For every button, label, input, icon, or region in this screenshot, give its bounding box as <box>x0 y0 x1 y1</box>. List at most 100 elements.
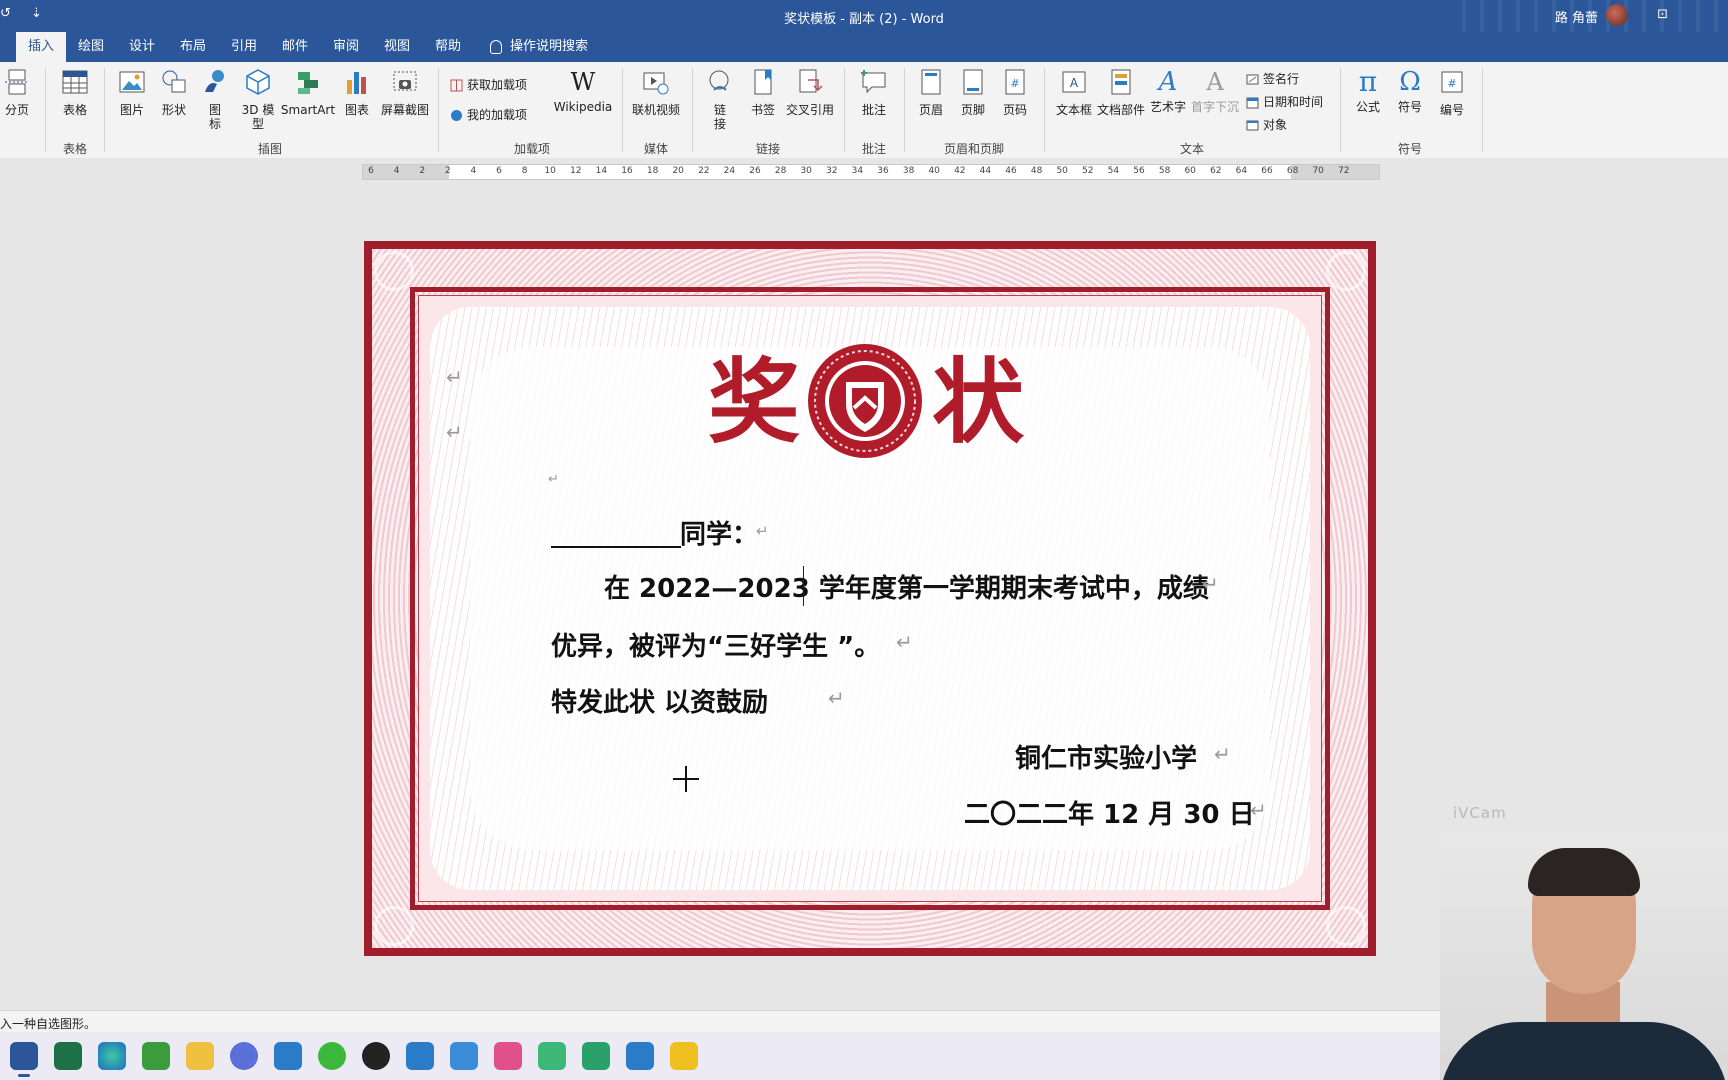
paragraph-mark: ↵ <box>446 365 463 389</box>
school-emblem-icon <box>808 344 922 458</box>
footer-button[interactable]: 页脚 <box>956 68 990 117</box>
tab-references[interactable]: 引用 <box>219 32 269 62</box>
table-button[interactable]: 表格 <box>56 68 94 117</box>
page-number-icon: # <box>1005 69 1025 95</box>
tell-me-search[interactable]: 操作说明搜索 <box>478 32 600 62</box>
tab-design[interactable]: 设计 <box>117 32 167 62</box>
table-label: 表格 <box>62 103 87 117</box>
my-addins-button[interactable]: 我的加载项 <box>450 106 527 123</box>
tab-review[interactable]: 审阅 <box>321 32 371 62</box>
headline-right-char: 状 <box>932 348 1025 456</box>
dropcap-label: 首字下沉 <box>1190 100 1239 114</box>
group-label-illustrations: 插图 <box>257 142 282 156</box>
cross-reference-icon <box>799 69 823 93</box>
picture-button[interactable]: 图片 <box>114 68 150 117</box>
comment-button[interactable]: 批注 <box>856 68 892 117</box>
symbol-label: 符号 <box>1397 100 1422 114</box>
tab-view[interactable]: 视图 <box>372 32 422 62</box>
date-time-button[interactable]: 日期和时间 <box>1246 93 1323 110</box>
equation-button[interactable]: π 公式 <box>1350 68 1386 115</box>
tab-help[interactable]: 帮助 <box>423 32 473 62</box>
link-button[interactable]: 链 接 <box>702 68 738 131</box>
photos-icon[interactable] <box>626 1042 654 1070</box>
webcam-overlay <box>1440 832 1728 1080</box>
3d-models-button[interactable]: 3D 模 型 <box>240 68 276 131</box>
symbol-button[interactable]: Ω 符号 <box>1392 68 1428 114</box>
quick-parts-button[interactable]: 文档部件 <box>1096 68 1146 117</box>
wordart-button[interactable]: A 艺术字 <box>1148 68 1188 114</box>
horizontal-ruler[interactable]: 6 4 2 2 4 6 8 10 12 14 16 18 20 22 24 26 28 30 32 34 36 38 40 4… <box>362 164 1380 180</box>
object-button[interactable]: 对象 <box>1246 116 1287 133</box>
get-addins-button[interactable]: 获取加载项 <box>450 76 527 93</box>
icons-button[interactable]: 图 标 <box>200 68 230 131</box>
user-name[interactable]: 路 角蕾 <box>1555 7 1598 26</box>
en-icon[interactable] <box>538 1042 566 1070</box>
cross-reference-label: 交叉引用 <box>785 103 834 117</box>
cross-reference-button[interactable]: 交叉引用 <box>784 68 836 117</box>
my-addins-label: 我的加载项 <box>467 108 528 122</box>
page-break-label: 分页 <box>4 103 29 117</box>
ruler-tick-label: 60 <box>1184 166 1196 176</box>
wechat-icon[interactable] <box>318 1042 346 1070</box>
wikipedia-button[interactable]: W Wikipedia <box>552 68 614 114</box>
ribbon-display-options-icon[interactable]: ⊡ <box>1657 7 1668 22</box>
edge-icon[interactable] <box>98 1042 126 1070</box>
group-separator <box>1482 68 1483 152</box>
word-icon[interactable] <box>10 1042 38 1077</box>
signature-line-button[interactable]: 签名行 <box>1246 70 1299 87</box>
slack-icon[interactable] <box>494 1042 522 1070</box>
ruler-tick-label: 18 <box>646 166 659 176</box>
online-video-button[interactable]: 联机视频 <box>630 68 682 117</box>
online-video-icon <box>643 72 669 95</box>
sticky-notes-icon[interactable] <box>670 1042 698 1070</box>
textbox-icon: A <box>1062 71 1086 93</box>
chart-button[interactable]: 图表 <box>340 68 374 117</box>
ruler-tick-label: 44 <box>979 166 992 176</box>
recipient-name-blank[interactable] <box>551 546 681 548</box>
quick-parts-label: 文档部件 <box>1096 103 1145 117</box>
bookmark-button[interactable]: 书签 <box>746 68 780 117</box>
paragraph-mark: ↵ <box>896 630 913 654</box>
qq-icon[interactable] <box>362 1042 390 1070</box>
text-cursor <box>803 566 804 606</box>
wikipedia-label: Wikipedia <box>553 100 613 114</box>
ruler-tick-label: 46 <box>1005 166 1017 176</box>
page-number-button[interactable]: # 页码 <box>998 68 1032 117</box>
shapes-icon <box>162 70 186 93</box>
tab-layout[interactable]: 布局 <box>168 32 218 62</box>
group-separator <box>622 68 623 152</box>
header-button[interactable]: 页眉 <box>914 68 948 117</box>
camtasia-icon[interactable] <box>142 1042 170 1070</box>
browser-icon[interactable] <box>230 1042 258 1070</box>
textbox-button[interactable]: A 文本框 <box>1054 68 1094 117</box>
app-z-icon[interactable] <box>582 1042 610 1070</box>
avatar[interactable] <box>1606 4 1628 26</box>
ruler-tick-label: 22 <box>698 166 710 176</box>
shapes-button[interactable]: 形状 <box>156 68 192 117</box>
smartart-button[interactable]: SmartArt <box>280 68 336 117</box>
app-arrow-icon[interactable] <box>274 1042 302 1070</box>
ruler-tick-label: 16 <box>621 166 633 176</box>
svg-text:#: # <box>1010 77 1019 90</box>
icons-label: 图 标 <box>208 103 221 131</box>
group-label-symbols: 符号 <box>1397 142 1422 156</box>
dropcap-button[interactable]: A 首字下沉 <box>1190 68 1240 114</box>
excel-icon[interactable] <box>54 1042 82 1070</box>
file-explorer-icon[interactable] <box>186 1042 214 1070</box>
smartart-label: SmartArt <box>280 103 336 117</box>
comment-icon <box>861 70 886 94</box>
online-video-label: 联机视频 <box>631 103 680 117</box>
tab-draw[interactable]: 绘图 <box>66 32 116 62</box>
calendar-icon[interactable] <box>406 1042 434 1070</box>
page-break-button[interactable]: 分页 <box>0 68 34 117</box>
tab-insert[interactable]: 插入 <box>16 32 67 62</box>
group-label-links: 链接 <box>755 142 780 156</box>
numbering-button[interactable]: # 编号 <box>1434 68 1470 117</box>
omega-icon: Ω <box>1399 67 1421 97</box>
ruler-tick-label: 72 <box>1338 166 1350 176</box>
screenshot-button[interactable]: 屏幕截图 <box>378 68 432 117</box>
paragraph-mark: ↵ <box>756 522 769 540</box>
tab-mailings[interactable]: 邮件 <box>270 32 320 62</box>
todo-icon[interactable] <box>450 1042 478 1070</box>
group-separator <box>844 68 845 152</box>
